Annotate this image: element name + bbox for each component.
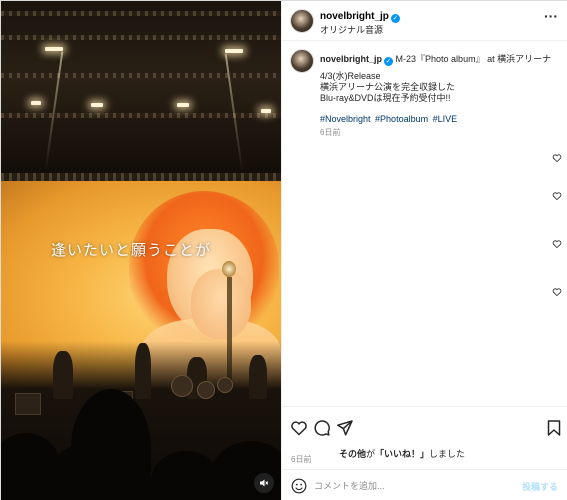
- post-comment-button[interactable]: 投稿する: [522, 480, 558, 493]
- post-video[interactable]: 逢いたいと願うことが: [1, 1, 281, 500]
- emoji-icon[interactable]: [291, 478, 307, 494]
- caption-username[interactable]: novelbright_jp: [320, 54, 382, 64]
- more-dots-icon: ···: [544, 8, 558, 24]
- caption-line: Blu-ray&DVDは現在予約受付中!!: [320, 93, 451, 103]
- heart-icon[interactable]: [290, 419, 308, 437]
- caption-time[interactable]: 6日前: [320, 127, 340, 138]
- likes-others: その他: [339, 449, 367, 459]
- post-header: novelbright_jp ✓ オリジナル音源 ···: [282, 1, 567, 41]
- post-actions: その他が「いいね！」しました 6日前 投稿する: [282, 406, 567, 500]
- lyric-overlay: 逢いたいと願うことが: [51, 242, 212, 259]
- hashtags: #Novelbright #Photoalbum #LIVE: [320, 114, 459, 124]
- post-side-panel: novelbright_jp ✓ オリジナル音源 ··· novelbright_…: [281, 1, 567, 500]
- avatar[interactable]: [290, 9, 314, 33]
- likes-summary[interactable]: その他が「いいね！」しました: [339, 447, 465, 460]
- hashtag-link[interactable]: #Photoalbum: [375, 114, 428, 124]
- mute-button[interactable]: [254, 473, 274, 493]
- header-username[interactable]: novelbright_jp: [320, 11, 389, 22]
- verified-badge-icon: ✓: [390, 14, 400, 23]
- share-icon[interactable]: [336, 419, 354, 437]
- verified-badge-icon: ✓: [384, 57, 394, 66]
- microphone: [222, 261, 236, 277]
- post-date[interactable]: 6日前: [291, 454, 311, 465]
- more-options-button[interactable]: ···: [544, 8, 558, 24]
- comment-icon[interactable]: [313, 419, 331, 437]
- caption-line: 横浜アリーナ公演を完全収録した: [320, 82, 456, 92]
- comment-input[interactable]: [314, 478, 504, 494]
- stage-floor: [1, 341, 281, 500]
- caption-avatar[interactable]: [290, 49, 314, 73]
- comment-like-heart-icon[interactable]: [552, 287, 562, 297]
- hashtag-link[interactable]: #LIVE: [433, 114, 458, 124]
- comment-like-heart-icon[interactable]: [552, 191, 562, 201]
- stage-rigging: [1, 1, 281, 181]
- speaker-muted-icon: [260, 479, 269, 487]
- instagram-post-modal: 逢いたいと願うことが novelbright_jp ✓ オリジナル音源 ··· …: [0, 0, 567, 500]
- bookmark-icon[interactable]: [545, 419, 563, 437]
- comment-form: 投稿する: [282, 469, 567, 500]
- caption-title: M-23『Photo album』 at 横浜アリーナ: [395, 54, 552, 64]
- comment-like-heart-icon[interactable]: [552, 239, 562, 249]
- comment-like-heart-icon[interactable]: [552, 153, 562, 163]
- hashtag-link[interactable]: #Novelbright: [320, 114, 371, 124]
- audio-label[interactable]: オリジナル音源: [320, 23, 383, 36]
- caption-line: 4/3(水)Release: [320, 71, 381, 81]
